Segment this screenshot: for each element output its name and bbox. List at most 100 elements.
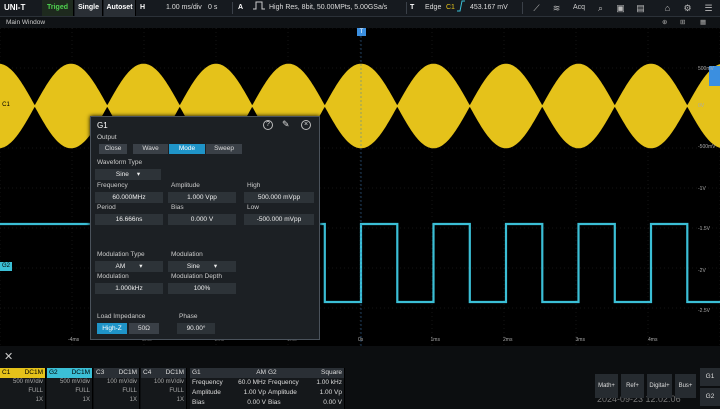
channel-probe: 1X — [35, 397, 43, 403]
g2-bias-label: Bias — [268, 399, 281, 406]
phase-field[interactable]: 90.00° — [177, 323, 215, 334]
load-impedance-label: Load Impedance — [97, 313, 146, 320]
output-mode-wave[interactable]: Wave — [133, 144, 168, 154]
channel-c4-info[interactable]: C4 DC1M 100 mV/div FULL 1X — [141, 368, 187, 409]
modulation-shape-select[interactable]: Sine ▾ — [168, 261, 236, 272]
settings-icon[interactable]: ⚙ — [681, 2, 694, 15]
channel-c3-info[interactable]: C3 DC1M 100 mV/div FULL 1X — [94, 368, 140, 409]
search-icon[interactable]: ⌕ — [594, 2, 607, 15]
voltage-tick-label: 0V — [698, 103, 705, 109]
grid-icon[interactable]: ▦ — [700, 17, 706, 28]
bias-field[interactable]: 0.000 V — [168, 214, 236, 225]
modulation-frequency-field[interactable]: 1.000kHz — [95, 283, 163, 294]
low-field[interactable]: -500.000 mVpp — [244, 214, 314, 225]
time-tick-label: 4ms — [648, 337, 658, 343]
voltage-tick-label: -2V — [698, 268, 706, 274]
channel-name: G2 — [49, 369, 58, 376]
single-button[interactable]: Single — [75, 0, 103, 16]
g1-bias: 0.00 V — [247, 399, 266, 406]
amplitude-field[interactable]: 1.000 Vpp — [168, 192, 236, 203]
channel-c1-info[interactable]: C1 DC1M 500 mV/div FULL 1X — [0, 368, 46, 409]
output-mode-close[interactable]: Close — [99, 144, 127, 154]
g1-frequency: 60.0 MHz — [238, 379, 266, 386]
home-icon[interactable]: ⌂ — [661, 2, 674, 15]
output-mode-mode[interactable]: Mode — [169, 144, 205, 154]
modulation-type-select[interactable]: AM ▾ — [95, 261, 163, 272]
voltage-tick-label: -2.5V — [698, 308, 710, 314]
voltage-tick-label: -1V — [698, 186, 706, 192]
acquisition-mode[interactable]: High Res, 8bit, 50.00MPts, 5.00GSa/s — [269, 0, 387, 16]
close-icon[interactable]: × — [301, 120, 311, 130]
frequency-label: Frequency — [97, 182, 128, 189]
load-option-0[interactable]: High-Z — [97, 323, 127, 334]
window-title: Main Window — [6, 19, 46, 26]
acq-button[interactable]: Acq — [573, 0, 585, 16]
g2-mode: Square — [321, 369, 342, 376]
math-button[interactable]: Math+ — [595, 374, 618, 398]
g2-frequency-label: Frequency — [268, 379, 299, 386]
timebase-value[interactable]: 1.00 ms/div — [166, 0, 202, 16]
waveform-type-select[interactable]: Sine ▾ — [95, 169, 161, 180]
modulation-type-label: Modulation Type — [97, 251, 145, 258]
high-field[interactable]: 500.000 mVpp — [244, 192, 314, 203]
tools-icon[interactable]: ✕ — [4, 350, 13, 363]
g2-button[interactable]: G2 — [700, 388, 720, 406]
trigger-position-marker[interactable]: T — [357, 28, 366, 36]
time-tick-label: 1ms — [430, 337, 440, 343]
high-label: High — [247, 182, 261, 189]
window-title-bar: Main Window ⊕ ⊞ ▦ — [0, 17, 720, 28]
time-tick-label: -4ms — [68, 337, 80, 343]
generator-dialog[interactable]: G1 ? ✎ × Output Waveform Type Sine ▾ Freq… — [90, 116, 320, 340]
voltage-tick-label: -500mV — [698, 144, 716, 150]
rising-edge-icon — [456, 0, 466, 16]
autoset-button[interactable]: Autoset — [104, 0, 136, 16]
zoom-icon[interactable]: ⊕ — [662, 17, 667, 28]
channel-g2-info[interactable]: G2 DC1M 500 mV/div FULL 1X — [47, 368, 93, 409]
g1-button[interactable]: G1 — [700, 368, 720, 386]
digital-button[interactable]: Digital+ — [647, 374, 672, 398]
modulation-depth-field[interactable]: 100% — [168, 283, 236, 294]
trigger-source[interactable]: C1 — [446, 0, 455, 16]
g1-frequency-label: Frequency — [192, 379, 223, 386]
display-icon[interactable]: ▤ — [634, 2, 647, 15]
period-field[interactable]: 16.666ns — [95, 214, 163, 225]
cursor-icon[interactable]: ⟋ — [530, 2, 543, 15]
g1-amplitude-label: Amplitude — [192, 389, 221, 396]
help-icon[interactable]: ? — [263, 120, 273, 130]
ref-button[interactable]: Ref+ — [621, 374, 644, 398]
trigger-type[interactable]: Edge — [425, 0, 441, 16]
output-mode-sweep[interactable]: Sweep — [206, 144, 242, 154]
channel-bandwidth: FULL — [75, 388, 90, 394]
trigger-level[interactable]: 453.167 mV — [470, 0, 508, 16]
bus-button[interactable]: Bus+ — [675, 374, 696, 398]
g2-offset-marker[interactable]: G2 — [0, 262, 12, 271]
measure-icon[interactable]: ≋ — [550, 2, 563, 15]
output-label: Output — [97, 134, 117, 141]
g2-info-panel[interactable]: G2 Square Frequency 1.00 kHz Amplitude 1.00… — [266, 368, 345, 409]
channel-coupling: DC1M — [118, 369, 137, 376]
channel-bandwidth: FULL — [122, 388, 137, 394]
g1-amplitude: 1.00 Vp — [243, 389, 266, 396]
channel-name: C1 — [2, 369, 11, 376]
low-label: Low — [247, 204, 259, 211]
frequency-field[interactable]: 60.000MHz — [95, 192, 163, 203]
modulation-label: Modulation — [171, 251, 203, 258]
save-icon[interactable]: ▣ — [614, 2, 627, 15]
c1-offset-marker[interactable]: C1 — [0, 101, 12, 110]
time-tick-label: 3ms — [575, 337, 585, 343]
g1-info-panel[interactable]: G1 AM Frequency 60.0 MHz Amplitude 1.00 Vp … — [190, 368, 269, 409]
channel-bandwidth: FULL — [28, 388, 43, 394]
channel-bandwidth: FULL — [169, 388, 184, 394]
delay-value[interactable]: 0 s — [208, 0, 217, 16]
channel-coupling: DC1M — [71, 369, 90, 376]
load-option-1[interactable]: 50Ω — [129, 323, 159, 334]
menu-icon[interactable]: ☰ — [702, 2, 715, 15]
channel-name: C3 — [96, 369, 105, 376]
pin-icon[interactable]: ✎ — [282, 119, 290, 130]
channel-probe: 1X — [82, 397, 90, 403]
trigger-status: Triged — [42, 0, 74, 16]
amplitude-label: Amplitude — [171, 182, 200, 189]
g2-frequency: 1.00 kHz — [316, 379, 342, 386]
layout-icon[interactable]: ⊞ — [680, 17, 685, 28]
period-label: Period — [97, 204, 116, 211]
